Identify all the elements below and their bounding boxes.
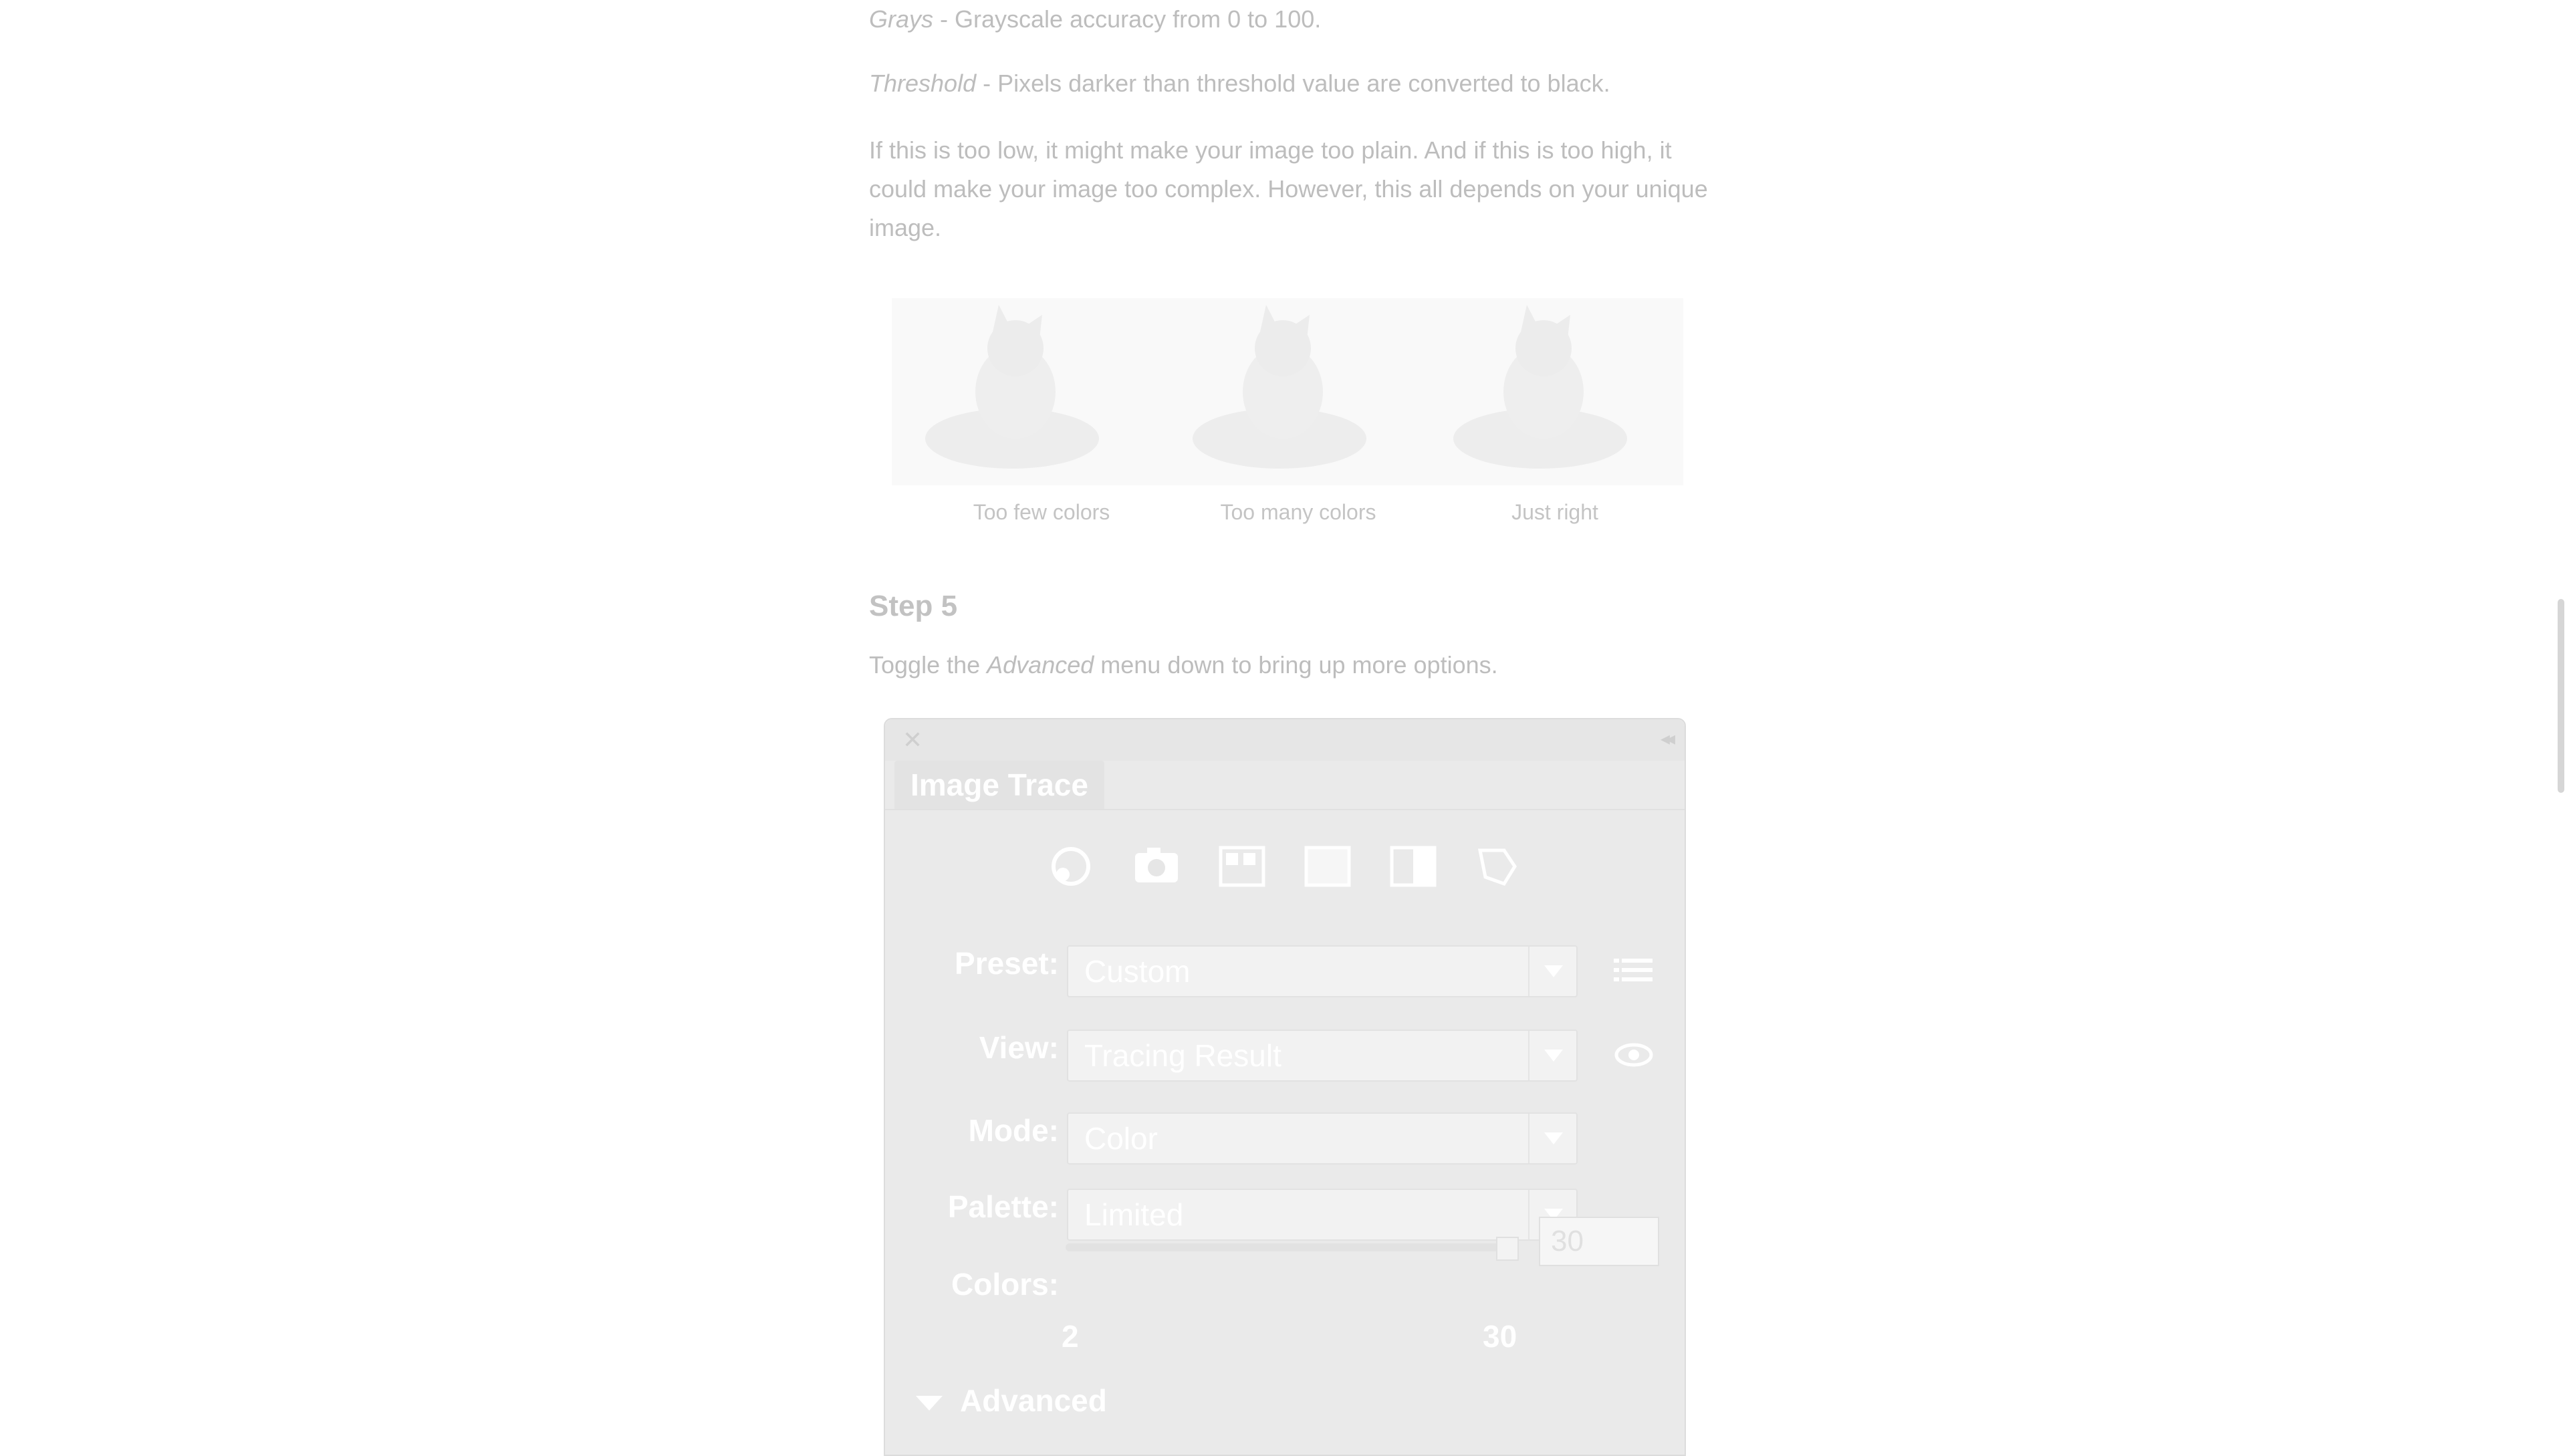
view-select[interactable]: Tracing Result bbox=[1067, 1029, 1578, 1082]
image-trace-panel: ✕ ◂◂ Image Trace Preset: Custom View: Tr… bbox=[884, 718, 1686, 1456]
view-value: Tracing Result bbox=[1084, 1038, 1281, 1073]
low-color-icon[interactable] bbox=[1217, 841, 1267, 892]
mode-select[interactable]: Color bbox=[1067, 1112, 1578, 1165]
colors-label: Colors: bbox=[951, 1267, 1059, 1302]
chevron-down-icon[interactable] bbox=[1528, 1114, 1576, 1163]
step-text-term: Advanced bbox=[987, 651, 1094, 679]
preset-label: Preset: bbox=[955, 946, 1059, 981]
note-paragraph: If this is too low, it might make your i… bbox=[869, 136, 1708, 241]
caption-just-right: Just right bbox=[1511, 500, 1598, 524]
palette-label: Palette: bbox=[947, 1189, 1059, 1224]
grays-paragraph: Grays - Grayscale accuracy from 0 to 100… bbox=[869, 0, 1711, 39]
comparison-figure bbox=[892, 298, 1683, 485]
palette-value: Limited bbox=[1084, 1197, 1184, 1232]
colors-max-label: 30 bbox=[1483, 1319, 1517, 1354]
disclosure-triangle-icon[interactable] bbox=[916, 1396, 943, 1411]
black-white-icon[interactable] bbox=[1388, 841, 1439, 892]
step-text-after: menu down to bring up more options. bbox=[1094, 651, 1498, 679]
dog-image-just-right bbox=[1453, 305, 1627, 469]
scrollbar-thumb[interactable] bbox=[2558, 599, 2564, 793]
step-title: Step 5 bbox=[869, 590, 958, 622]
grays-text: - Grayscale accuracy from 0 to 100. bbox=[933, 5, 1322, 33]
tab-image-trace[interactable]: Image Trace bbox=[894, 761, 1104, 809]
grays-term: Grays bbox=[869, 5, 934, 33]
preset-icons-row bbox=[1046, 841, 1517, 892]
preset-select[interactable]: Custom bbox=[1067, 945, 1578, 997]
grayscale-icon[interactable] bbox=[1302, 841, 1353, 892]
caption-too-many-colors: Too many colors bbox=[1220, 500, 1376, 524]
dog-image-too-few-colors bbox=[925, 305, 1099, 469]
outline-icon[interactable] bbox=[1473, 841, 1524, 892]
page-scrollbar[interactable] bbox=[2548, 0, 2567, 1443]
photo-icon[interactable] bbox=[1131, 841, 1182, 892]
caption-too-few-colors: Too few colors bbox=[973, 500, 1110, 524]
colors-min-label: 2 bbox=[1062, 1319, 1079, 1354]
close-icon[interactable]: ✕ bbox=[902, 726, 923, 754]
chevron-down-icon[interactable] bbox=[1528, 1031, 1576, 1080]
panel-titlebar: ✕ ◂◂ bbox=[885, 719, 1685, 761]
colors-input-value: 30 bbox=[1551, 1225, 1584, 1257]
eye-icon[interactable] bbox=[1614, 1042, 1654, 1068]
colors-slider-track[interactable] bbox=[1066, 1243, 1507, 1251]
collapse-icon[interactable]: ◂◂ bbox=[1661, 727, 1675, 749]
auto-color-icon[interactable] bbox=[1046, 841, 1096, 892]
palette-select[interactable]: Limited bbox=[1067, 1189, 1578, 1241]
preset-value: Custom bbox=[1084, 954, 1191, 989]
mode-label: Mode: bbox=[968, 1113, 1059, 1148]
colors-slider-thumb[interactable] bbox=[1496, 1237, 1519, 1261]
step-text-before: Toggle the bbox=[869, 651, 987, 679]
colors-input[interactable]: 30 bbox=[1539, 1217, 1659, 1266]
threshold-paragraph: Threshold - Pixels darker than threshold… bbox=[869, 64, 1711, 103]
threshold-text: - Pixels darker than threshold value are… bbox=[976, 70, 1610, 97]
preset-list-icon[interactable] bbox=[1614, 957, 1654, 984]
chevron-down-icon[interactable] bbox=[1528, 947, 1576, 996]
tab-divider bbox=[885, 809, 1685, 810]
dog-image-too-many-colors bbox=[1193, 305, 1366, 469]
step-paragraph: Toggle the Advanced menu down to bring u… bbox=[869, 646, 1711, 685]
threshold-term: Threshold bbox=[869, 70, 977, 97]
advanced-toggle[interactable]: Advanced bbox=[960, 1382, 1107, 1419]
view-label: View: bbox=[979, 1030, 1059, 1065]
mode-value: Color bbox=[1084, 1121, 1158, 1156]
